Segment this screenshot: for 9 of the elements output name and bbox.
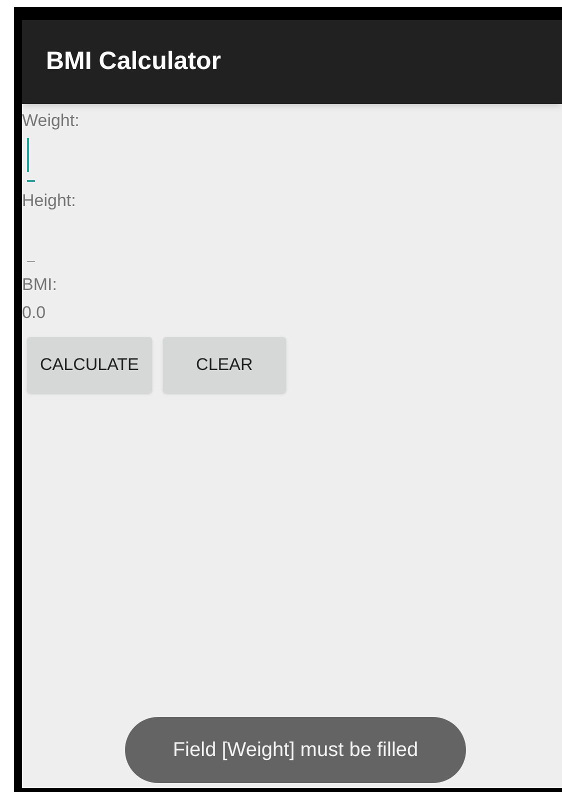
text-cursor (27, 138, 29, 172)
toast-message: Field [Weight] must be filled (172, 738, 418, 763)
app-title: BMI Calculator (46, 46, 222, 78)
result-value: 0.0 (22, 302, 46, 324)
clear-button[interactable]: CLEAR (162, 337, 286, 393)
result-label: BMI: (22, 274, 57, 296)
field-label: Height: (22, 190, 76, 212)
calculate-button[interactable]: CALCULATE (27, 337, 152, 393)
field-label: Weight: (22, 110, 80, 132)
